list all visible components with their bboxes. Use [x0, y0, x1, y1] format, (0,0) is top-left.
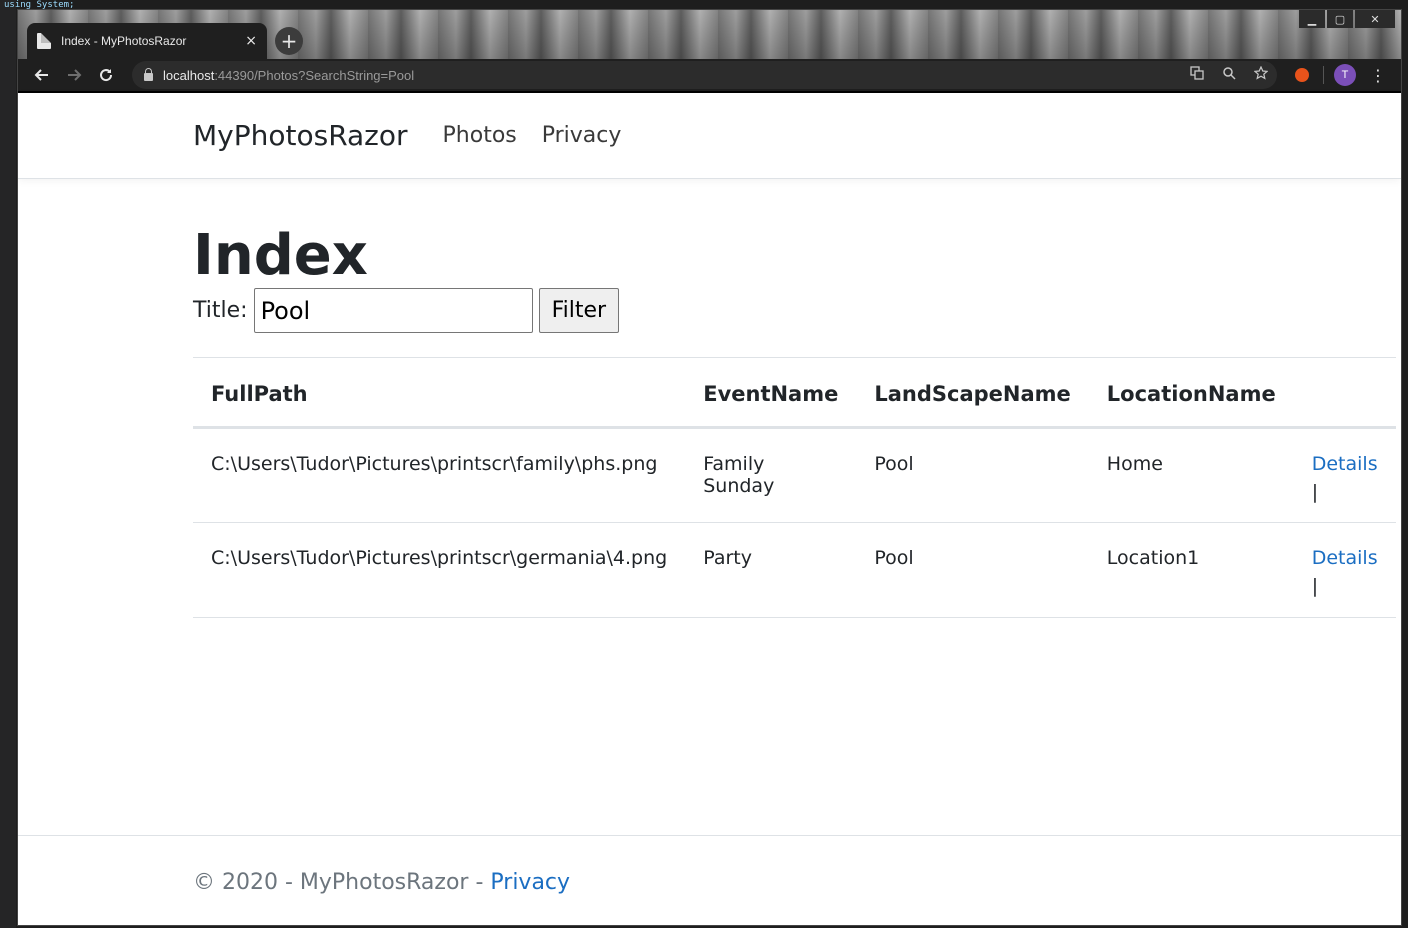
- nav-link-photos[interactable]: Photos: [443, 123, 517, 148]
- details-link[interactable]: Details: [1312, 453, 1378, 475]
- omnibox-actions: [1181, 61, 1277, 89]
- menu-dots-icon[interactable]: ⋮: [1370, 66, 1386, 85]
- cell-eventname: Party: [685, 522, 857, 618]
- cell-landscapename: Pool: [856, 522, 1089, 618]
- page-icon: [37, 33, 51, 49]
- reload-icon: [100, 69, 113, 82]
- translate-icon[interactable]: [1181, 66, 1213, 84]
- brand-link[interactable]: MyPhotosRazor: [193, 119, 408, 152]
- close-tab-icon[interactable]: ×: [245, 33, 257, 49]
- reload-button[interactable]: [92, 61, 120, 89]
- table-row: C:\Users\Tudor\Pictures\printscr\family\…: [193, 427, 1396, 523]
- extension-icon[interactable]: [1295, 68, 1309, 82]
- nav-link-privacy[interactable]: Privacy: [542, 123, 622, 148]
- cell-locationname: Home: [1088, 427, 1294, 523]
- browser-titlebar: Index - MyPhotosRazor × + ▁ ▢ ✕: [18, 10, 1401, 59]
- url-path: :44390/Photos?SearchString=Pool: [214, 67, 415, 83]
- cell-landscapename: Pool: [856, 427, 1089, 523]
- tab-title: Index - MyPhotosRazor: [61, 34, 187, 48]
- column-header-locationname: LocationName: [1088, 357, 1294, 429]
- page-title: Index: [193, 223, 368, 288]
- cell-fullpath: C:\Users\Tudor\Pictures\printscr\germani…: [193, 522, 686, 618]
- cell-eventname: Family Sunday: [685, 427, 857, 523]
- forward-button[interactable]: [60, 61, 88, 89]
- toolbar-separator: [1323, 66, 1324, 84]
- browser-window: Index - MyPhotosRazor × + ▁ ▢ ✕ localhos…: [17, 9, 1402, 926]
- cell-actions: Details |: [1293, 522, 1396, 618]
- action-separator: |: [1311, 481, 1319, 503]
- lock-icon: [144, 68, 153, 81]
- filter-form: Title: Filter: [193, 288, 620, 333]
- table-header-row: FullPath EventName LandScapeName Locatio…: [193, 357, 1396, 429]
- column-header-landscapename: LandScapeName: [856, 357, 1089, 429]
- filter-label: Title:: [193, 298, 248, 323]
- browser-toolbar: localhost:44390/Photos?SearchString=Pool…: [18, 59, 1401, 93]
- footer-privacy-link[interactable]: Privacy: [490, 870, 570, 895]
- title-search-input[interactable]: [253, 288, 533, 333]
- cell-locationname: Location1: [1088, 522, 1294, 618]
- footer-copyright: © 2020 - MyPhotosRazor -: [193, 870, 491, 895]
- maximize-button[interactable]: ▢: [1327, 10, 1353, 28]
- zoom-icon[interactable]: [1213, 66, 1245, 84]
- column-header-fullpath: FullPath: [193, 357, 686, 429]
- cell-fullpath: C:\Users\Tudor\Pictures\printscr\family\…: [193, 427, 686, 523]
- url-host: localhost: [163, 67, 215, 83]
- browser-tab[interactable]: Index - MyPhotosRazor ×: [27, 23, 267, 59]
- action-separator: |: [1311, 575, 1319, 597]
- column-header-eventname: EventName: [685, 357, 857, 429]
- arrow-right-icon: [68, 69, 82, 81]
- profile-avatar[interactable]: T: [1334, 64, 1356, 86]
- minimize-button[interactable]: ▁: [1299, 10, 1325, 28]
- close-window-button[interactable]: ✕: [1355, 10, 1395, 28]
- cell-actions: Details |: [1293, 427, 1396, 523]
- arrow-left-icon: [34, 69, 48, 81]
- page-content: MyPhotosRazor Photos Privacy Index Title…: [18, 93, 1401, 925]
- star-icon[interactable]: [1245, 65, 1277, 84]
- site-navbar: MyPhotosRazor Photos Privacy: [18, 93, 1401, 179]
- page-footer: © 2020 - MyPhotosRazor - Privacy: [18, 835, 1401, 925]
- window-controls: ▁ ▢ ✕: [1299, 10, 1395, 28]
- back-button[interactable]: [28, 61, 56, 89]
- filter-button[interactable]: Filter: [538, 288, 620, 333]
- column-header-actions: [1293, 357, 1396, 429]
- new-tab-button[interactable]: +: [275, 27, 303, 55]
- table-row: C:\Users\Tudor\Pictures\printscr\germani…: [193, 522, 1396, 618]
- url-text: localhost:44390/Photos?SearchString=Pool: [163, 68, 414, 83]
- details-link[interactable]: Details: [1312, 547, 1378, 569]
- photos-table: FullPath EventName LandScapeName Locatio…: [193, 357, 1396, 618]
- address-bar[interactable]: localhost:44390/Photos?SearchString=Pool: [132, 61, 1277, 89]
